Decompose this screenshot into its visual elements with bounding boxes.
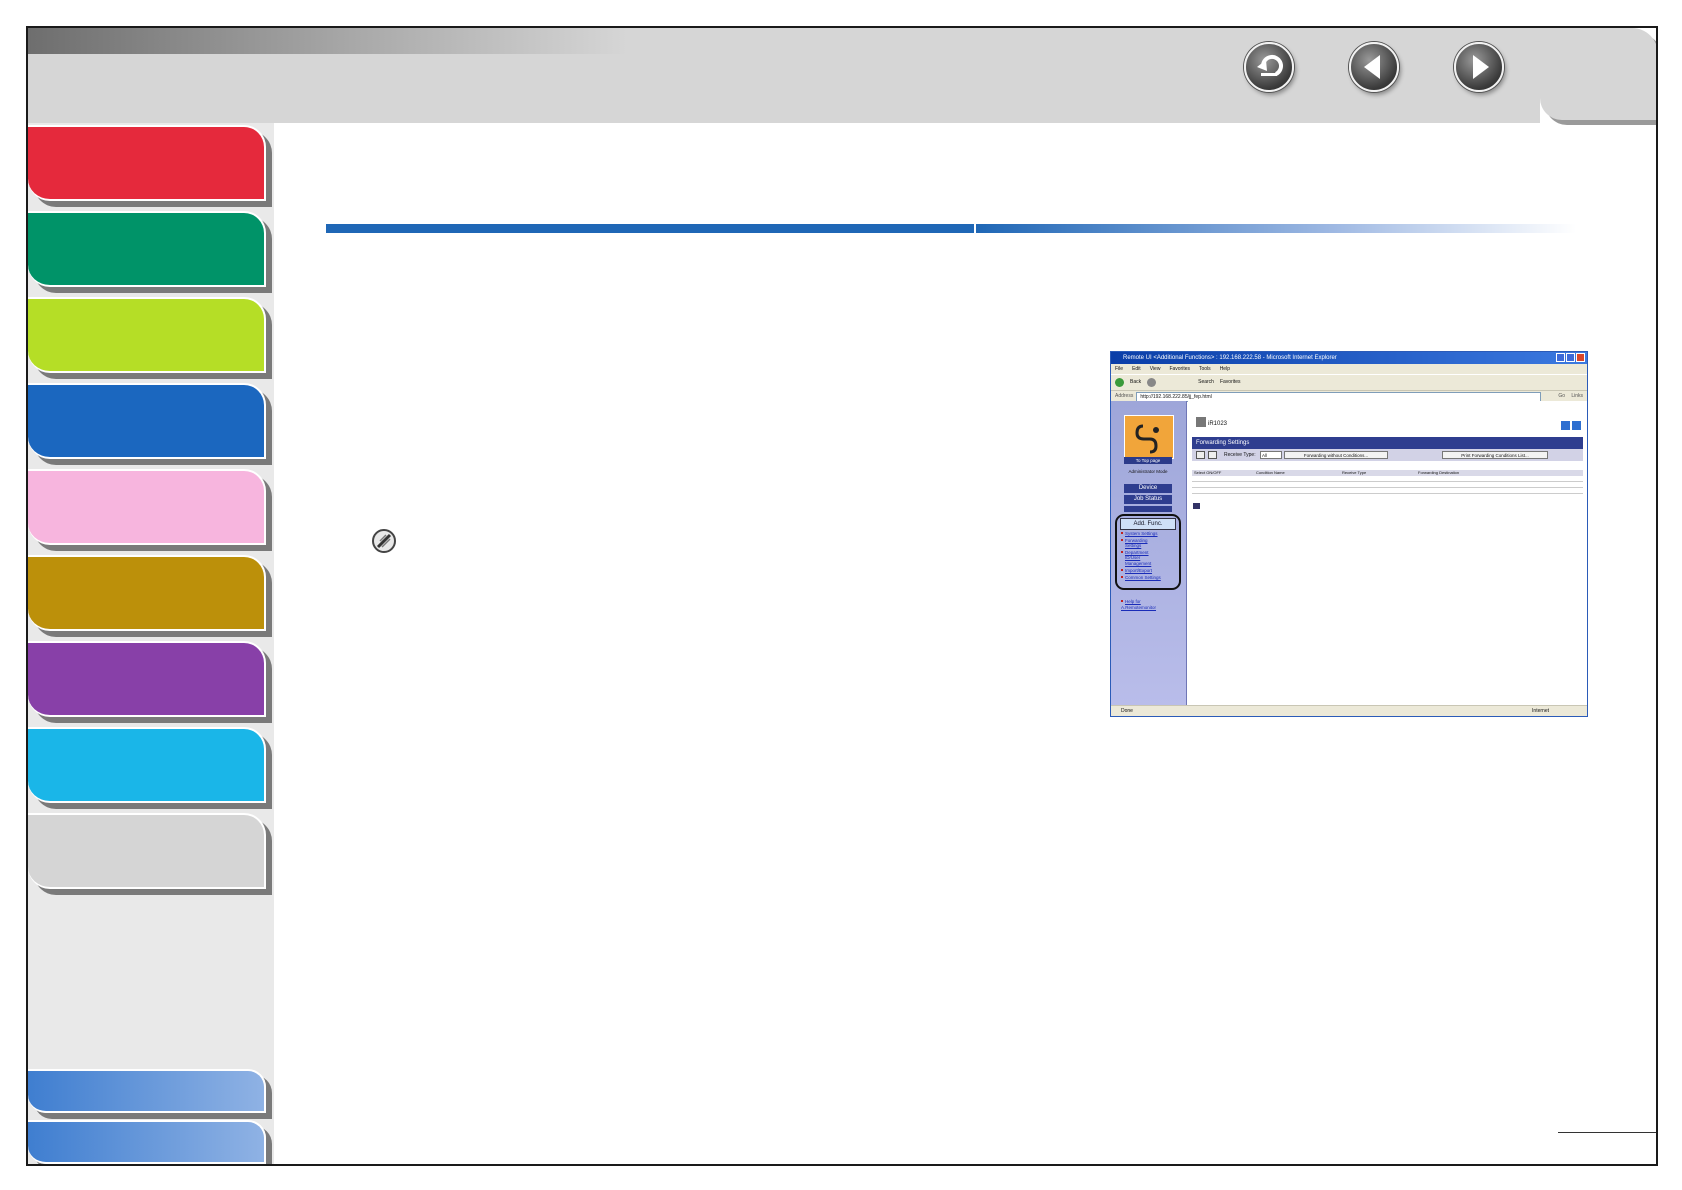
browser-toolbar: Back Search Favorites	[1111, 374, 1587, 390]
id-user-link[interactable]: ID/User	[1125, 555, 1140, 560]
menu-view[interactable]: View	[1150, 364, 1161, 374]
receive-type-select[interactable]: All	[1260, 451, 1282, 459]
section-rule-gradient	[976, 224, 1576, 233]
chapter-button-9[interactable]	[28, 813, 266, 889]
col-condition-name: Condition Name	[1256, 470, 1285, 475]
chapter-button-2[interactable]	[28, 211, 266, 287]
top-page-icon[interactable]	[1124, 415, 1174, 459]
back-arrow-icon[interactable]	[1115, 378, 1124, 387]
chapter-button-5[interactable]	[28, 469, 266, 545]
chapter-button-1[interactable]	[28, 125, 266, 201]
return-button[interactable]	[1244, 42, 1294, 92]
next-page-icon	[1473, 55, 1489, 79]
window-title-bar: Remote UI <Additional Functions> : 192.1…	[1111, 352, 1587, 364]
menu-edit[interactable]: Edit	[1132, 364, 1141, 374]
forward-arrow-icon[interactable]	[1147, 378, 1157, 387]
chapter-button-7[interactable]	[28, 641, 266, 717]
table-of-contents-button[interactable]	[28, 1069, 266, 1113]
top-page-link[interactable]: To Top page	[1124, 457, 1172, 464]
section-rule	[326, 224, 974, 233]
chapter-button-8[interactable]	[28, 727, 266, 803]
address-input[interactable]: http://192.168.222.85/jj_fep.html	[1136, 391, 1541, 402]
favorites-button[interactable]: Favorites	[1220, 375, 1241, 390]
add-func-button[interactable]: Add. Func.	[1120, 518, 1176, 530]
administrator-mode-label: Administrator Mode	[1128, 469, 1168, 474]
status-done: Done	[1121, 708, 1133, 714]
top-gradient-stripe	[28, 28, 628, 54]
system-settings-link[interactable]: System Settings	[1125, 531, 1158, 536]
import-export-link[interactable]: Import/Export	[1125, 568, 1152, 573]
chapter-button-4[interactable]	[28, 383, 266, 459]
menu-bar: File Edit View Favorites Tools Help	[1111, 364, 1587, 374]
device-name: iR1023	[1208, 421, 1228, 427]
minimize-icon[interactable]	[1556, 353, 1565, 362]
chapter-sidebar	[28, 123, 274, 1164]
col-select: Select ON/OFF	[1194, 470, 1222, 475]
col-forwarding-destination: Forwarding Destination	[1418, 470, 1460, 475]
print-conditions-list-button[interactable]: Print Forwarding Conditions List...	[1442, 451, 1548, 459]
back-button[interactable]: Back	[1130, 375, 1141, 390]
management-link[interactable]: Management	[1125, 561, 1151, 566]
receive-type-label: Receive Type:	[1224, 452, 1256, 458]
maximize-icon[interactable]	[1566, 353, 1575, 362]
refresh-icon[interactable]	[1561, 421, 1570, 430]
page-tab	[1540, 28, 1656, 120]
remote-ui-left-menu: To Top page Administrator Mode Device Jo…	[1111, 401, 1187, 705]
browser-content: To Top page Administrator Mode Device Jo…	[1111, 401, 1587, 705]
chapter-button-3[interactable]	[28, 297, 266, 373]
close-icon[interactable]	[1576, 353, 1585, 362]
prev-page-icon	[1364, 55, 1380, 79]
next-page-button[interactable]	[1454, 42, 1504, 92]
common-settings-link[interactable]: Common Settings	[1125, 575, 1161, 580]
forwarding-without-conditions-button[interactable]: Forwarding without Conditions...	[1284, 451, 1388, 459]
menu-help[interactable]: Help	[1220, 364, 1230, 374]
status-zone: Internet	[1532, 708, 1549, 714]
index-button[interactable]	[28, 1120, 266, 1164]
window-title: Remote UI <Additional Functions> : 192.1…	[1123, 355, 1337, 361]
info-icon	[1193, 503, 1200, 509]
delete-icon[interactable]	[1208, 451, 1217, 459]
footer-rule	[1558, 1132, 1656, 1133]
printer-icon	[1196, 417, 1206, 427]
forwarding-toolbar: Receive Type: All Forwarding without Con…	[1192, 449, 1583, 461]
remote-ui-main-pane: iR1023 Forwarding Settings Receive Type:…	[1188, 401, 1587, 705]
forwarding-settings-link-2[interactable]: Settings	[1125, 543, 1141, 548]
search-button[interactable]: Search	[1198, 375, 1214, 390]
status-bar: Done Internet	[1111, 705, 1587, 716]
help-link[interactable]: Help for	[1125, 599, 1141, 604]
page-frame: Remote UI <Additional Functions> : 192.1…	[26, 26, 1658, 1166]
chapter-button-6[interactable]	[28, 555, 266, 631]
remote-ui-screenshot: Remote UI <Additional Functions> : 192.1…	[1110, 351, 1588, 717]
top-bar	[28, 28, 1540, 123]
help-icon[interactable]	[1572, 421, 1581, 430]
device-button[interactable]: Device	[1124, 484, 1172, 493]
table-header: Select ON/OFF Condition Name Receive Typ…	[1192, 470, 1583, 476]
note-pencil-icon	[372, 529, 396, 553]
menu-file[interactable]: File	[1115, 364, 1123, 374]
menu-tools[interactable]: Tools	[1199, 364, 1211, 374]
job-status-button[interactable]: Job Status	[1124, 495, 1172, 504]
col-receive-type: Receive Type	[1342, 470, 1367, 475]
section-title: Forwarding Settings	[1192, 437, 1583, 449]
menu-favorites[interactable]: Favorites	[1169, 364, 1190, 374]
return-icon	[1257, 54, 1283, 76]
edit-icon[interactable]	[1196, 451, 1205, 459]
address-book-button[interactable]	[1124, 506, 1172, 512]
previous-page-button[interactable]	[1349, 42, 1399, 92]
remote-monitor-link[interactable]: A.Remotemonitor	[1121, 605, 1156, 610]
